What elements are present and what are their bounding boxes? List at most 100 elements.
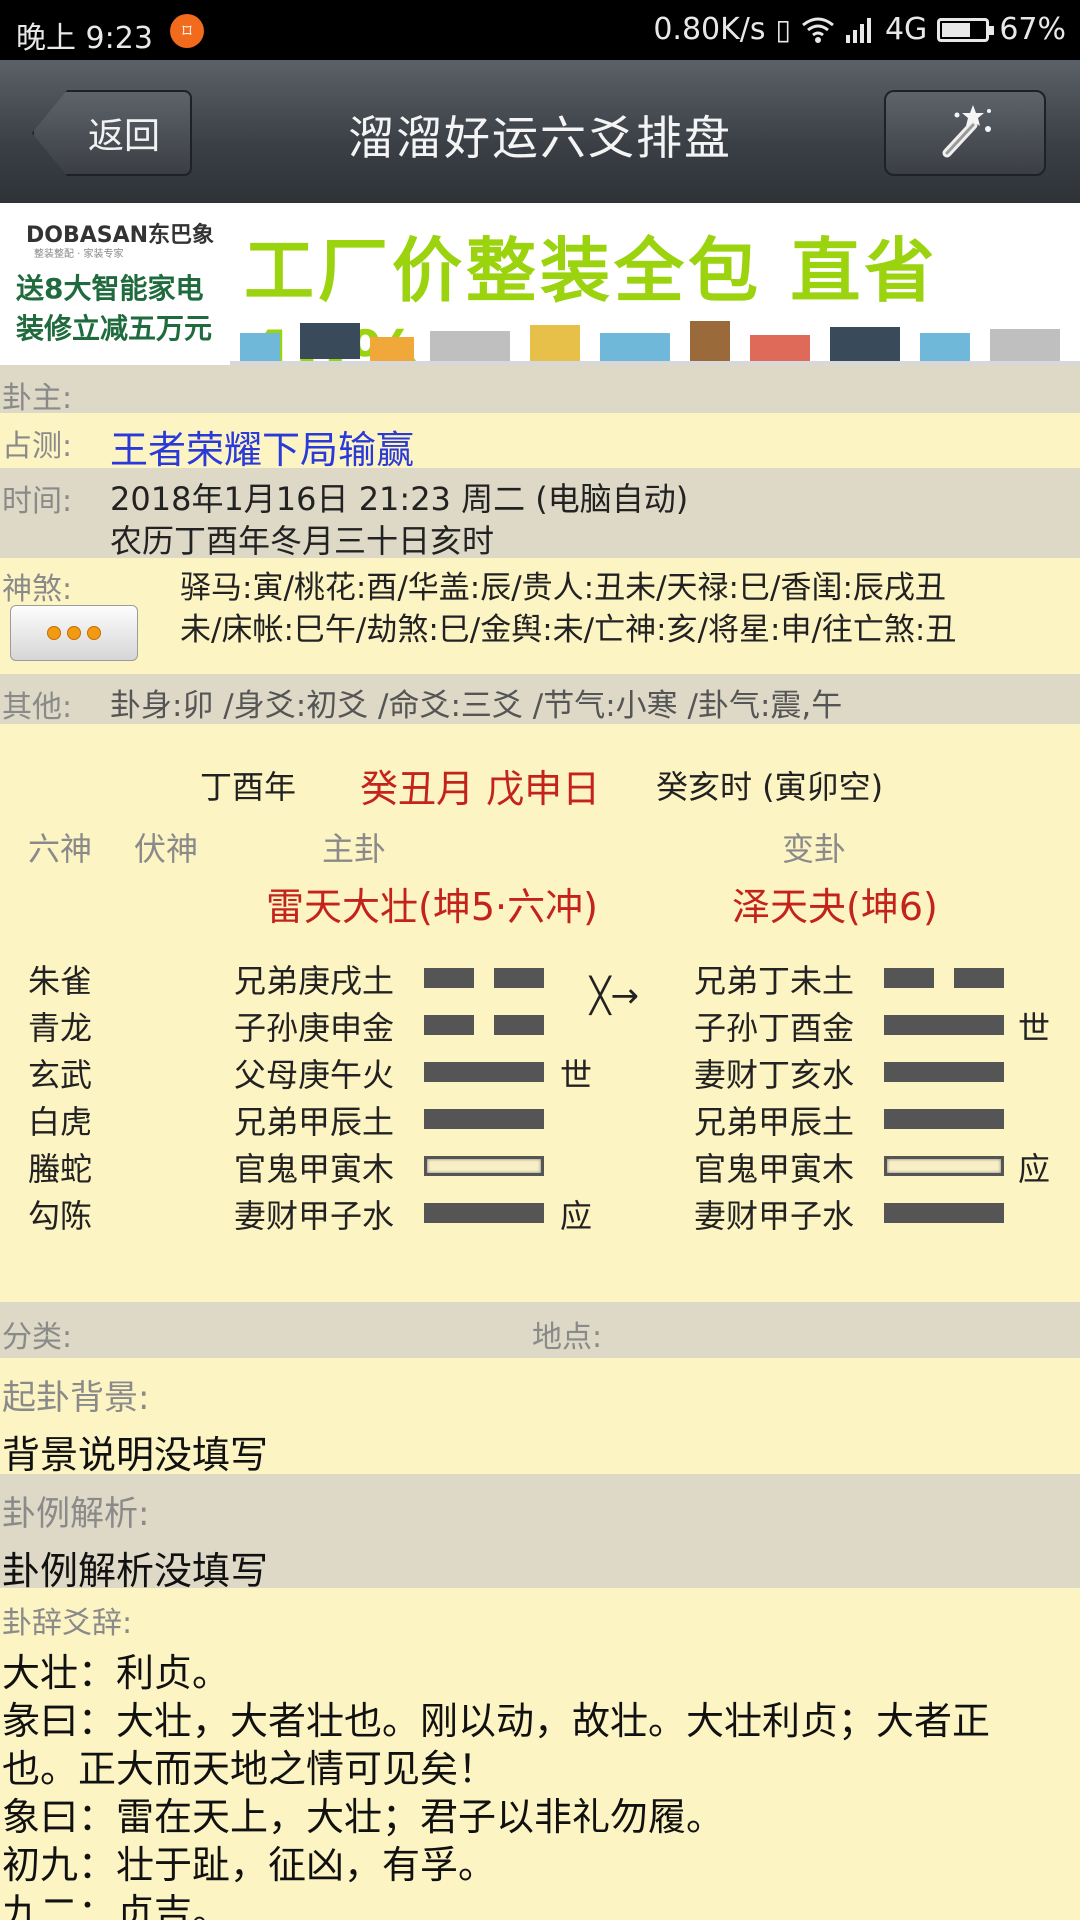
signal-icon: [845, 17, 871, 43]
biangua-yao-line: [884, 1156, 1004, 1176]
other-row: 其他: 卦身:卯 /身爻:初爻 /命爻:三爻 /节气:小寒 /卦气:震,午: [0, 674, 1080, 725]
zhugua-yao-line: [424, 1156, 544, 1176]
biangua-yao-line: [884, 1203, 1004, 1223]
yin-segment: [884, 968, 934, 988]
shensha-line2: 未/床帐:巳午/劫煞:巳/金舆:未/亡神:亥/将星:申/往亡煞:丑: [180, 612, 957, 648]
zhance-row: 占测: 王者荣耀下局输赢: [0, 413, 1080, 472]
guazhu-row: 卦主:: [0, 365, 1080, 416]
network-speed: 0.80K/s: [653, 12, 766, 47]
yin-segment: [424, 968, 474, 988]
category-row: 分类: 地点:: [0, 1302, 1080, 1358]
battery-icon: [937, 17, 995, 42]
wifi-icon: [802, 17, 834, 43]
biangua-yao-line: [884, 968, 1004, 988]
more-dot-icon: [47, 626, 61, 640]
guaci-line: 初九：壮于趾，征凶，有孚。: [2, 1843, 497, 1887]
analysis-label: 卦例解析:: [2, 1494, 150, 1534]
liushen-label: 玄武: [28, 1056, 93, 1094]
zhugua-yao-line: [424, 1203, 544, 1223]
liushen-label: 朱雀: [28, 962, 93, 1000]
liushen-label: 勾陈: [28, 1197, 93, 1235]
col-fushen: 伏神: [134, 830, 199, 868]
time-row: 时间: 2018年1月16日 21:23 周二 (电脑自动) 农历丁酉年冬月三十…: [0, 468, 1080, 560]
zhance-value: 王者荣耀下局输赢: [110, 428, 415, 472]
yin-segment: [954, 968, 1004, 988]
pan-month-day: 癸丑月 戊申日: [360, 767, 601, 811]
biangua-line-label: 子孙丁酉金: [694, 1009, 855, 1047]
time-solar: 2018年1月16日 21:23 周二 (电脑自动): [110, 480, 689, 518]
zhugua-line-label: 父母庚午火: [234, 1056, 395, 1094]
biangua-yao-line: [884, 1109, 1004, 1129]
shi-ying-mark: 世: [560, 1056, 593, 1094]
other-label: 其他:: [2, 690, 73, 725]
category-label: 分类:: [2, 1320, 73, 1355]
guaci-line: 彖曰：大壮，大者壮也。刚以动，故壮。大壮利贞；大者正: [2, 1699, 991, 1743]
more-dot-icon: [67, 626, 81, 640]
battery-percent: 67%: [999, 12, 1066, 47]
yin-segment: [424, 1015, 474, 1035]
guaci-label: 卦辞爻辞:: [2, 1606, 133, 1641]
biangua-line-label: 妻财丁亥水: [694, 1056, 855, 1094]
guaci-line: 象曰：雷在天上，大壮；君子以非礼勿履。: [2, 1795, 725, 1839]
zhugua-line-label: 妻财甲子水: [234, 1197, 395, 1235]
analysis-value: 卦例解析没填写: [2, 1549, 269, 1593]
zhugua-yao-line: [424, 1062, 544, 1082]
shensha-line1: 驿马:寅/桃花:酉/华盖:辰/贵人:丑未/天禄:巳/香闺:辰戌丑: [180, 570, 946, 606]
hexagram-panel: 丁酉年 癸丑月 戊申日 癸亥时 (寅卯空) 六神 伏神 主卦 变卦 雷天大壮(坤…: [0, 724, 1080, 1302]
app-header: 返回 溜溜好运六爻排盘: [0, 60, 1080, 203]
shi-ying-mark: 应: [1018, 1150, 1051, 1188]
time-lunar: 农历丁酉年冬月三十日亥时: [110, 522, 495, 560]
ad-promo-line1: 送8大智能家电: [16, 272, 204, 305]
ad-promo-line2: 装修立减五万元: [16, 312, 213, 345]
zhance-label: 占测:: [2, 429, 73, 464]
zhugua-line-label: 兄弟甲辰土: [234, 1103, 395, 1141]
biangua-line-label: 兄弟甲辰土: [694, 1103, 855, 1141]
other-value: 卦身:卯 /身爻:初爻 /命爻:三爻 /节气:小寒 /卦气:震,午: [110, 688, 843, 724]
zhugua-yao-line: [424, 968, 544, 988]
biangua-yao-line: [884, 1062, 1004, 1082]
analysis-section: 卦例解析: 卦例解析没填写: [0, 1474, 1080, 1593]
ad-banner[interactable]: DOBASAN东巴象 整装整配 · 家装专家 送8大智能家电 装修立减五万元 工…: [0, 203, 1080, 365]
change-arrow-icon: ╳→: [590, 976, 639, 1016]
more-dot-icon: [87, 626, 101, 640]
liushen-label: 青龙: [28, 1009, 93, 1047]
pan-year: 丁酉年: [200, 768, 297, 806]
magic-button[interactable]: [884, 90, 1046, 176]
col-liushen: 六神: [28, 830, 93, 868]
magic-wand-icon: [942, 105, 991, 158]
background-value: 背景说明没填写: [2, 1433, 269, 1477]
background-label: 起卦背景:: [2, 1378, 150, 1418]
liushen-label: 螣蛇: [28, 1150, 93, 1188]
biangua-line-label: 兄弟丁未土: [694, 962, 855, 1000]
guazhu-label: 卦主:: [2, 381, 73, 416]
location-label: 地点:: [532, 1320, 603, 1355]
shensha-row: 神煞: 驿马:寅/桃花:酉/华盖:辰/贵人:丑未/天禄:巳/香闺:辰戌丑 未/床…: [0, 558, 1080, 674]
biangua-name: 泽天夬(坤6): [732, 885, 938, 929]
network-type: 4G: [884, 12, 928, 47]
zhugua-line-label: 官鬼甲寅木: [234, 1150, 395, 1188]
yin-segment: [494, 1015, 544, 1035]
shi-ying-mark: 应: [560, 1197, 593, 1235]
status-bar: 晚上 9:23 ⌑ 0.80K/s ▯ 4G 67%: [0, 0, 1080, 60]
biangua-line-label: 官鬼甲寅木: [694, 1150, 855, 1188]
zhugua-line-label: 子孙庚申金: [234, 1009, 395, 1047]
shi-ying-mark: 世: [1018, 1009, 1051, 1047]
col-zhugua: 主卦: [322, 830, 387, 868]
more-button[interactable]: [10, 605, 138, 661]
zhugua-line-label: 兄弟庚戌土: [234, 962, 395, 1000]
yin-segment: [494, 968, 544, 988]
clock: 晚上 9:23: [16, 21, 153, 56]
biangua-line-label: 妻财甲子水: [694, 1197, 855, 1235]
guaci-line: 九二：贞吉。: [2, 1891, 231, 1920]
battery-level: [942, 22, 971, 37]
zhugua-name: 雷天大壮(坤5·六冲): [266, 885, 598, 929]
vibrate-icon: ▯: [775, 13, 791, 46]
col-biangua: 变卦: [782, 830, 847, 868]
app-notification-icon: ⌑: [170, 14, 204, 48]
zhugua-yao-line: [424, 1109, 544, 1129]
time-label: 时间:: [2, 484, 73, 519]
zhugua-yao-line: [424, 1015, 544, 1035]
liushen-label: 白虎: [28, 1103, 93, 1141]
guaci-line: 也。正大而天地之情可见矣！: [2, 1747, 497, 1791]
shensha-label: 神煞:: [2, 572, 73, 607]
